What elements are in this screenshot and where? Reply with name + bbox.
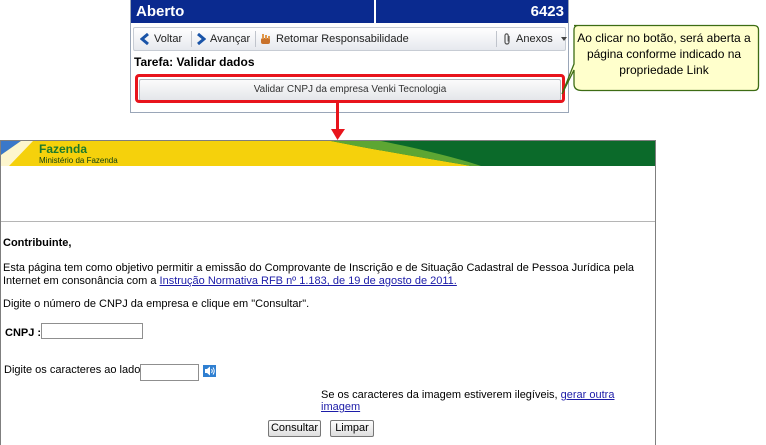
attachments-label: Anexos [516, 33, 553, 45]
gov-page: Fazenda Ministério da Fazenda Contribuin… [0, 140, 656, 445]
illegible-note: Se os caracteres da imagem estiverem ile… [321, 389, 655, 413]
forward-button[interactable]: Avançar [196, 28, 250, 50]
arrow-left-icon [139, 32, 149, 46]
resume-responsibility-button[interactable]: Retomar Responsabilidade [260, 28, 409, 50]
back-button[interactable]: Voltar [139, 28, 183, 50]
callout-text: Ao clicar no botão, será aberta a página… [577, 31, 751, 77]
status-label: Aberto [131, 0, 376, 23]
highlight-box [135, 74, 565, 103]
toolbar-divider [496, 31, 497, 47]
task-number: 6423 [530, 3, 564, 20]
normative-instruction-link[interactable]: Instrução Normativa RFB nº 1.183, de 19 … [160, 275, 457, 287]
instruction-text: Digite o número de CNPJ da empresa e cli… [3, 298, 310, 310]
arrow-right-icon [197, 32, 207, 46]
intro-paragraph: Esta página tem como objetivo permitir a… [3, 262, 653, 288]
illegible-text: Se os caracteres da imagem estiverem ile… [321, 389, 561, 401]
limpar-button[interactable]: Limpar [330, 420, 374, 437]
resume-label: Retomar Responsabilidade [276, 33, 409, 45]
divider [1, 221, 655, 222]
back-label: Voltar [154, 33, 183, 45]
captcha-label: Digite os caracteres ao lado: [4, 364, 144, 376]
status-bar: Aberto 6423 [131, 0, 568, 23]
paperclip-icon [504, 33, 510, 45]
cnpj-label: CNPJ : [5, 327, 42, 339]
cnpj-input[interactable] [41, 323, 143, 339]
gov-brand: Fazenda [39, 142, 88, 156]
task-title: Tarefa: Validar dados [134, 55, 255, 69]
captcha-input[interactable] [140, 364, 199, 381]
consultar-button[interactable]: Consultar [268, 420, 321, 437]
gov-ministry: Ministério da Fazenda [39, 156, 118, 165]
hand-icon [261, 34, 270, 44]
arrow-down-icon [331, 103, 345, 140]
audio-captcha-icon[interactable] [203, 365, 216, 377]
toolbar: Voltar Avançar Retomar Responsabilidade … [133, 27, 567, 51]
toolbar-divider [255, 31, 256, 47]
callout-balloon: Ao clicar no botão, será aberta a página… [561, 24, 760, 95]
toolbar-divider [191, 31, 192, 47]
greeting-heading: Contribuinte, [3, 237, 72, 249]
forward-label: Avançar [210, 33, 251, 45]
